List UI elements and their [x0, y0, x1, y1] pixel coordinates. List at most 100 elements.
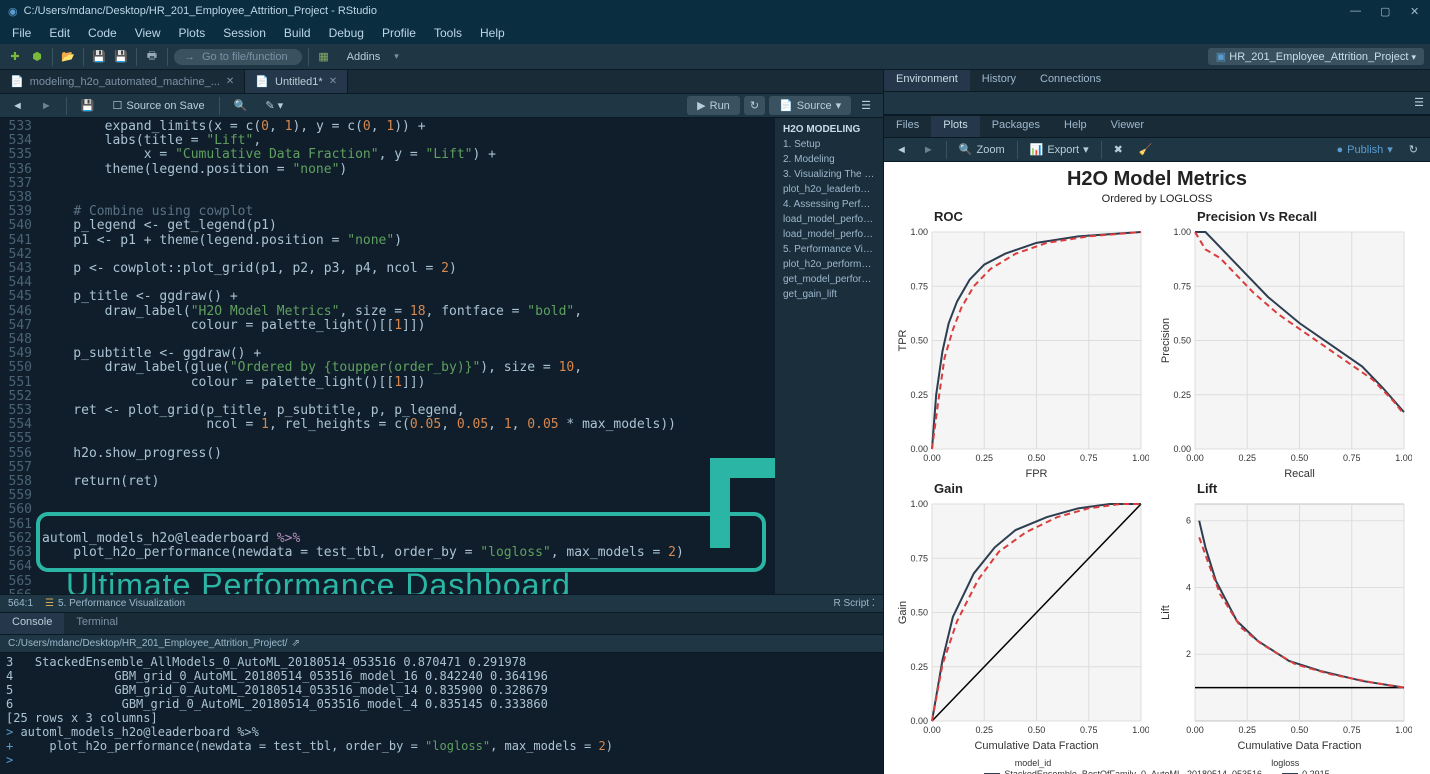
save-all-icon[interactable]: 💾: [112, 48, 130, 66]
addins-grid-icon[interactable]: ▦: [315, 48, 333, 66]
close-button[interactable]: ✕: [1410, 5, 1422, 17]
console[interactable]: 3 StackedEnsemble_AllModels_0_AutoML_201…: [0, 653, 883, 774]
view-tab-files[interactable]: Files: [884, 116, 931, 137]
menu-help[interactable]: Help: [472, 24, 513, 42]
console-tab-console[interactable]: Console: [0, 613, 64, 634]
clear-plots-icon[interactable]: 🧹: [1133, 141, 1159, 158]
outline-header: H2O MODELING: [777, 122, 881, 137]
svg-text:0.75: 0.75: [910, 281, 928, 291]
console-tab-bar: ConsoleTerminal: [0, 613, 883, 635]
view-tab-help[interactable]: Help: [1052, 116, 1099, 137]
export-button[interactable]: 📊 Export ▾: [1024, 141, 1095, 158]
menu-file[interactable]: File: [4, 24, 39, 42]
outline-item[interactable]: get_model_performan…: [777, 272, 881, 287]
view-tab-packages[interactable]: Packages: [980, 116, 1052, 137]
new-project-icon[interactable]: ⬢: [28, 48, 46, 66]
outline-item[interactable]: 1. Setup: [777, 137, 881, 152]
svg-text:6: 6: [1186, 516, 1191, 526]
svg-text:0.50: 0.50: [1291, 725, 1309, 735]
svg-text:0.00: 0.00: [910, 716, 928, 726]
env-tab-bar: EnvironmentHistoryConnections: [884, 70, 1430, 92]
code-editor[interactable]: 533 expand_limits(x = c(0, 1), y = c(0, …: [0, 118, 775, 594]
cursor-position: 564:1: [8, 598, 33, 609]
editor-tab[interactable]: 📄 modeling_h2o_automated_machine_... ✕: [0, 70, 245, 93]
addins-button[interactable]: Addins: [337, 49, 391, 65]
save-icon[interactable]: 💾: [90, 48, 108, 66]
menu-profile[interactable]: Profile: [374, 24, 424, 42]
goto-file-nav[interactable]: Go to file/function: [174, 49, 302, 65]
env-tab-connections[interactable]: Connections: [1028, 70, 1113, 91]
plot-prev-icon[interactable]: ◄: [890, 142, 913, 158]
menu-session[interactable]: Session: [215, 24, 274, 42]
editor-toolbar: ◄ ► 💾 ☐ Source on Save 🔍 ✎ ▾ ▶ Run ↻ 📄 S…: [0, 94, 883, 118]
svg-text:Gain: Gain: [897, 601, 909, 624]
zoom-button[interactable]: 🔍 Zoom: [953, 141, 1011, 158]
svg-text:0.50: 0.50: [1028, 453, 1046, 463]
menu-code[interactable]: Code: [80, 24, 125, 42]
editor-tab[interactable]: 📄 Untitled1* ✕: [245, 70, 348, 93]
svg-text:1.00: 1.00: [1395, 725, 1412, 735]
maximize-button[interactable]: ▢: [1380, 5, 1392, 17]
menu-plots[interactable]: Plots: [171, 24, 214, 42]
source-on-save-checkbox[interactable]: ☐ Source on Save: [106, 97, 210, 114]
outline-item[interactable]: plot_h2o_performance: [777, 257, 881, 272]
chart-roc: ROC0.000.250.500.751.000.000.250.500.751…: [894, 209, 1157, 481]
menu-view[interactable]: View: [127, 24, 169, 42]
console-tab-terminal[interactable]: Terminal: [64, 613, 130, 634]
language-mode[interactable]: R Script ⁚: [833, 598, 875, 609]
window-title: C:/Users/mdanc/Desktop/HR_201_Employee_A…: [24, 5, 377, 17]
console-path: C:/Users/mdanc/Desktop/HR_201_Employee_A…: [0, 635, 883, 653]
svg-text:0.00: 0.00: [1173, 444, 1191, 454]
forward-icon[interactable]: ►: [35, 98, 58, 114]
svg-text:0.00: 0.00: [1186, 453, 1204, 463]
refresh-plot-icon[interactable]: ↻: [1403, 141, 1424, 158]
menu-debug[interactable]: Debug: [321, 24, 372, 42]
source-button[interactable]: 📄 Source ▾: [769, 96, 851, 115]
outline-item[interactable]: 3. Visualizing The Le…: [777, 167, 881, 182]
new-file-icon[interactable]: ✚: [6, 48, 24, 66]
outline-item[interactable]: plot_h2o_leaderboard: [777, 182, 881, 197]
outline-item[interactable]: get_gain_lift: [777, 287, 881, 302]
menubar: FileEditCodeViewPlotsSessionBuildDebugPr…: [0, 22, 1430, 44]
minimize-button[interactable]: —: [1350, 5, 1362, 17]
env-tab-environment[interactable]: Environment: [884, 70, 970, 91]
outline-item[interactable]: 4. Assessing Perfor…: [777, 197, 881, 212]
menu-edit[interactable]: Edit: [41, 24, 78, 42]
project-selector[interactable]: ▣ HR_201_Employee_Attrition_Project ▾: [1208, 48, 1424, 65]
svg-text:2: 2: [1186, 649, 1191, 659]
svg-text:0.50: 0.50: [1173, 336, 1191, 346]
svg-text:0.25: 0.25: [1173, 390, 1191, 400]
menu-tools[interactable]: Tools: [426, 24, 470, 42]
remove-plot-icon[interactable]: ✖: [1108, 141, 1129, 158]
svg-text:0.25: 0.25: [910, 662, 928, 672]
svg-text:0.50: 0.50: [1028, 725, 1046, 735]
svg-text:0.75: 0.75: [1343, 453, 1361, 463]
outline-item[interactable]: load_model_performa…: [777, 212, 881, 227]
plot-next-icon[interactable]: ►: [917, 142, 940, 158]
view-tab-viewer[interactable]: Viewer: [1099, 116, 1156, 137]
viewer-tab-bar: FilesPlotsPackagesHelpViewer: [884, 116, 1430, 138]
env-tab-history[interactable]: History: [970, 70, 1028, 91]
svg-text:FPR: FPR: [1026, 468, 1048, 480]
env-collapse-icon[interactable]: ☰: [1414, 96, 1424, 109]
menu-build[interactable]: Build: [276, 24, 319, 42]
run-button[interactable]: ▶ Run: [687, 96, 740, 115]
save-source-icon[interactable]: 💾: [75, 97, 101, 114]
outline-item[interactable]: 5. Performance Visua…: [777, 242, 881, 257]
svg-text:0.75: 0.75: [1343, 725, 1361, 735]
rerun-icon[interactable]: ↻: [744, 96, 765, 115]
find-icon[interactable]: 🔍: [228, 97, 254, 114]
outline-item[interactable]: 2. Modeling: [777, 152, 881, 167]
publish-button[interactable]: ● Publish ▾: [1331, 141, 1399, 158]
outline-item[interactable]: load_model_performa…: [777, 227, 881, 242]
section-indicator[interactable]: 5. Performance Visualization: [58, 598, 185, 609]
back-icon[interactable]: ◄: [6, 98, 29, 114]
svg-text:0.25: 0.25: [910, 390, 928, 400]
outline-toggle-icon[interactable]: ☰: [855, 97, 877, 114]
svg-text:Recall: Recall: [1284, 468, 1315, 480]
print-icon[interactable]: 🖶: [143, 48, 161, 66]
svg-text:Cumulative Data Fraction: Cumulative Data Fraction: [1237, 740, 1361, 752]
wand-icon[interactable]: ✎ ▾: [259, 97, 289, 114]
view-tab-plots[interactable]: Plots: [931, 116, 979, 137]
open-file-icon[interactable]: 📂: [59, 48, 77, 66]
